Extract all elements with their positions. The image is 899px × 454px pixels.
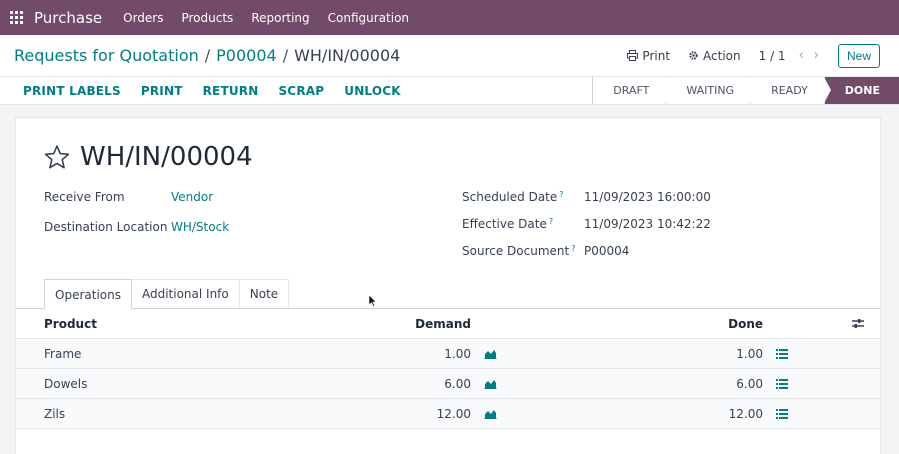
column-demand[interactable]: Demand [415,317,471,331]
detailed-operations-icon[interactable] [776,349,788,359]
effective-date-label: Effective Date? [462,217,554,231]
record-title-row: WH/IN/00004 [44,142,253,172]
print-report-button[interactable]: PRINT [141,84,183,98]
stage-draft[interactable]: DRAFT [592,77,673,104]
print-labels-button[interactable]: PRINT LABELS [23,84,121,98]
record-title: WH/IN/00004 [80,142,253,172]
destination-location-label: Destination Location [44,220,168,234]
breadcrumb: Requests for Quotation / P00004 / WH/IN/… [14,46,400,65]
status-bar: PRINT LABELS PRINT RETURN SCRAP UNLOCK D… [0,76,899,105]
new-button[interactable]: New [837,43,880,68]
chevron-left-icon[interactable]: ‹ [799,48,804,63]
receive-from-value[interactable]: Vendor [171,190,213,204]
scrap-button[interactable]: SCRAP [278,84,324,98]
breadcrumb-current: WH/IN/00004 [294,46,401,65]
stage-ready[interactable]: READY [750,77,831,104]
stage-done[interactable]: DONE [823,77,899,104]
row-product: Zils [44,406,66,421]
row-product: Frame [44,346,82,361]
help-tooltip-icon[interactable]: ? [571,244,575,253]
menu-configuration[interactable]: Configuration [328,11,409,25]
app-name[interactable]: Purchase [34,9,102,27]
table-row[interactable]: Frame 1.00 1.00 [16,339,880,369]
stage-pipeline: DRAFT WAITING READY DONE [592,77,899,104]
breadcrumb-po[interactable]: P00004 [216,46,277,65]
printer-icon [627,50,639,61]
action-button[interactable]: Action [688,49,741,63]
gear-icon [689,51,698,60]
form-sheet: WH/IN/00004 Receive From Vendor Destinat… [15,117,881,454]
row-demand: 6.00 [444,376,471,391]
operations-table: Product Demand Done Frame 1.00 1.00 Dowe… [16,309,880,429]
forecast-chart-icon[interactable] [484,409,497,419]
scheduled-date-value: 11/09/2023 16:00:00 [584,190,711,204]
star-icon[interactable] [44,144,70,170]
source-document-label: Source Document? [462,244,576,258]
optional-columns-icon[interactable] [852,318,864,329]
print-button[interactable]: Print [627,49,670,63]
column-done[interactable]: Done [728,317,763,331]
detailed-operations-icon[interactable] [776,409,788,419]
menu-reporting[interactable]: Reporting [251,11,309,25]
destination-location-value[interactable]: WH/Stock [171,220,229,234]
table-header: Product Demand Done [16,309,880,339]
row-done: 12.00 [728,406,763,421]
table-row[interactable]: Zils 12.00 12.00 [16,399,880,429]
row-done: 6.00 [736,376,763,391]
control-actions: Print Action 1 / 1 ‹ › New [627,35,880,76]
receive-from-label: Receive From [44,190,125,204]
control-panel: Requests for Quotation / P00004 / WH/IN/… [0,35,899,76]
menu-orders[interactable]: Orders [123,11,163,25]
table-row[interactable]: Dowels 6.00 6.00 [16,369,880,399]
forecast-chart-icon[interactable] [484,379,497,389]
scheduled-date-label: Scheduled Date? [462,190,564,204]
stage-waiting[interactable]: WAITING [665,77,757,104]
mouse-cursor-icon [369,295,377,307]
help-tooltip-icon[interactable]: ? [559,190,563,199]
row-done: 1.00 [736,346,763,361]
menu-products[interactable]: Products [181,11,233,25]
effective-date-value: 11/09/2023 10:42:22 [584,217,711,231]
detailed-operations-icon[interactable] [776,379,788,389]
tab-note[interactable]: Note [238,279,290,308]
column-product[interactable]: Product [44,317,97,331]
tab-operations[interactable]: Operations [44,279,132,309]
row-demand: 1.00 [444,346,471,361]
row-demand: 12.00 [436,406,471,421]
source-document-value: P00004 [584,244,630,258]
forecast-chart-icon[interactable] [484,349,497,359]
print-label: Print [642,48,671,63]
row-product: Dowels [44,376,88,391]
apps-grid-icon[interactable] [10,11,24,25]
breadcrumb-rfq[interactable]: Requests for Quotation [14,46,199,65]
notebook-tabs: Operations Additional Info Note [44,279,290,309]
return-button[interactable]: RETURN [203,84,259,98]
unlock-button[interactable]: UNLOCK [344,84,401,98]
top-navbar: Purchase Orders Products Reporting Confi… [0,0,899,35]
tab-additional-info[interactable]: Additional Info [130,279,240,308]
help-tooltip-icon[interactable]: ? [549,217,553,226]
breadcrumb-separator: / [282,46,289,65]
chevron-right-icon[interactable]: › [814,48,819,63]
action-label: Action [703,48,741,63]
pager-value[interactable]: 1 / 1 [759,49,786,63]
breadcrumb-separator: / [204,46,211,65]
